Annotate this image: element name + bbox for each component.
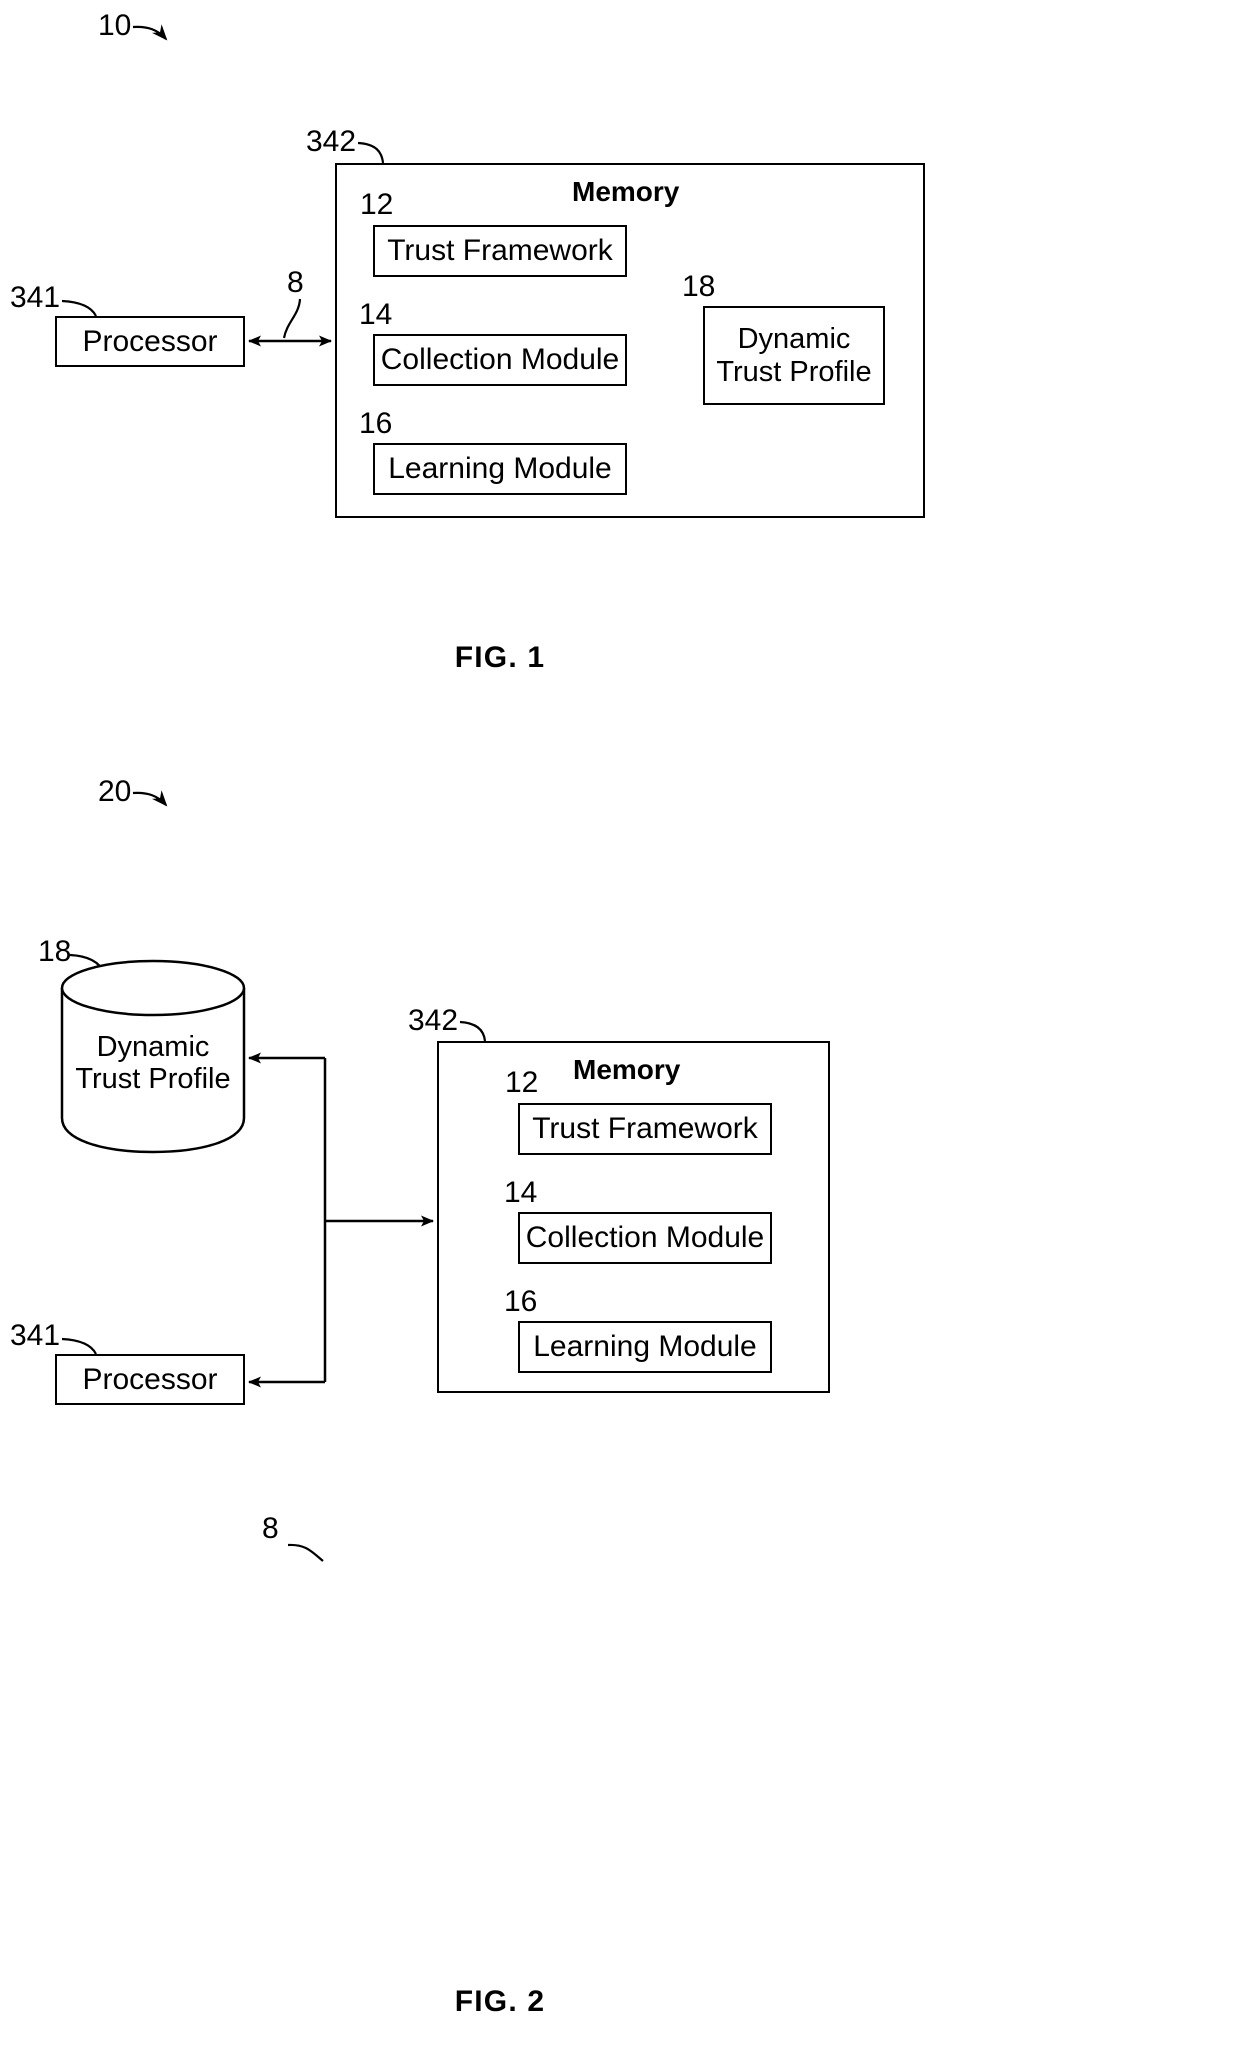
ref-numeral-collection-module-14-fig2: 14 — [504, 1176, 538, 1209]
learning-module-box-fig1: Learning Module — [373, 443, 627, 495]
ref-numeral-bus-8-fig1: 8 — [287, 266, 304, 299]
ref-numeral-processor-341-fig1: 341 — [10, 281, 61, 314]
processor-box-fig2: Processor — [55, 1354, 245, 1405]
collection-module-label-fig1: Collection Module — [380, 343, 620, 377]
cylinder-top-ellipse — [60, 959, 246, 1017]
processor-box-fig1: Processor — [55, 316, 245, 367]
memory-title-fig1: Memory — [572, 176, 680, 207]
learning-module-box-fig2: Learning Module — [518, 1321, 772, 1373]
ref-numeral-system-20: 20 — [98, 775, 132, 808]
leader-8-fig1 — [282, 298, 302, 339]
collection-module-label-fig2: Collection Module — [525, 1221, 765, 1255]
learning-module-label-fig2: Learning Module — [533, 1330, 757, 1364]
trust-framework-box-fig2: Trust Framework — [518, 1103, 772, 1155]
learning-module-label-fig1: Learning Module — [388, 452, 612, 486]
ref-numeral-dynamic-trust-profile-18-fig1: 18 — [682, 270, 716, 303]
leader-341-fig1 — [61, 299, 97, 317]
ref-numeral-trust-framework-12-fig2: 12 — [505, 1066, 539, 1099]
ref-numeral-memory-342-fig2: 342 — [408, 1004, 459, 1037]
leader-8-fig2 — [287, 1543, 324, 1562]
dynamic-trust-profile-label-fig2: Dynamic Trust Profile — [75, 1031, 231, 1095]
processor-label-fig2: Processor — [82, 1362, 218, 1396]
ref-numeral-system-10: 10 — [98, 9, 132, 42]
trust-framework-label-fig1: Trust Framework — [387, 234, 613, 268]
patent-drawing-sheet: 10 342 Memory 12 Trust Framework 14 Coll… — [0, 0, 1240, 2055]
collection-module-box-fig1: Collection Module — [373, 334, 627, 386]
ref-numeral-trust-framework-12-fig1: 12 — [360, 188, 394, 221]
memory-title-fig2: Memory — [573, 1054, 681, 1085]
ref-numeral-dynamic-trust-profile-18-fig2: 18 — [38, 935, 72, 968]
leader-system-20 — [132, 790, 168, 807]
leader-341-fig2 — [61, 1337, 97, 1355]
ref-numeral-processor-341-fig2: 341 — [10, 1319, 61, 1352]
ref-numeral-learning-module-16-fig2: 16 — [504, 1285, 538, 1318]
ref-numeral-memory-342-fig1: 342 — [306, 125, 357, 158]
processor-label-fig1: Processor — [82, 324, 218, 358]
trust-framework-box-fig1: Trust Framework — [373, 225, 627, 277]
leader-system-10 — [132, 24, 168, 41]
leader-342-fig2 — [459, 1020, 487, 1042]
ref-numeral-collection-module-14-fig1: 14 — [359, 298, 393, 331]
figure-1-caption: FIG. 1 — [454, 641, 546, 674]
trust-framework-label-fig2: Trust Framework — [532, 1112, 758, 1146]
figure-2-caption: FIG. 2 — [454, 1985, 546, 2018]
ref-numeral-learning-module-16-fig1: 16 — [359, 407, 393, 440]
leader-342-fig1 — [357, 141, 385, 164]
ref-numeral-bus-8-fig2: 8 — [262, 1512, 279, 1545]
dynamic-trust-profile-label-fig1: Dynamic Trust Profile — [716, 323, 872, 388]
collection-module-box-fig2: Collection Module — [518, 1212, 772, 1264]
dynamic-trust-profile-box-fig1: Dynamic Trust Profile — [703, 306, 885, 405]
